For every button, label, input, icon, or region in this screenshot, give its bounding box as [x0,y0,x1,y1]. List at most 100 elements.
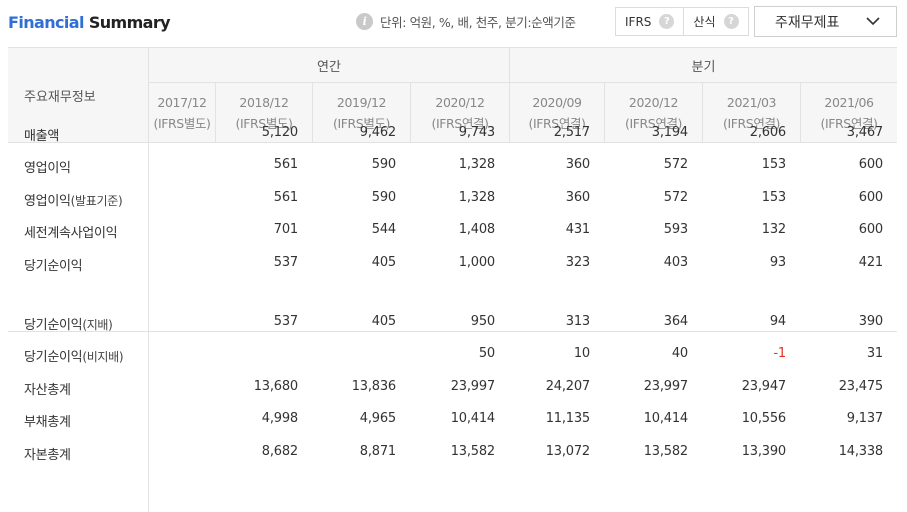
table-cell: 50 [478,346,495,361]
table-cell: 13,836 [351,379,396,394]
table-cell: 390 [858,314,883,329]
dropdown-value: 주재무제표 [775,14,840,31]
table-cell: 537 [273,314,298,329]
row-label-main: 당기순이익 [24,350,83,365]
table-cell: 2,517 [553,125,590,140]
row-label-main: 영업이익 [24,161,71,176]
table-cell: 13,582 [643,444,688,459]
table-cell: 10,414 [643,411,688,426]
table-cell: 600 [858,222,883,237]
row-label: 자산총계 [24,379,71,398]
table-cell: 23,475 [838,379,883,394]
table-cell: 405 [371,255,396,270]
table-cell: 360 [565,190,590,205]
table-cell: 31 [866,346,883,361]
table-cell: 94 [769,314,786,329]
table-cell: 9,137 [846,411,883,426]
row-label: 부채총계 [24,411,71,430]
table-cell: 1,408 [458,222,495,237]
table-cell: 1,328 [458,157,495,172]
formula-button[interactable]: 산식 ? [683,8,747,35]
table-cell: 572 [663,190,688,205]
table-cell: 5,120 [261,125,298,140]
table-cell: 24,207 [545,379,590,394]
row-label: 자본총계 [24,444,71,463]
table-cell: 421 [858,255,883,270]
table-cell: 14,338 [838,444,883,459]
table-cell: 13,582 [450,444,495,459]
table-cell: 572 [663,157,688,172]
table-cell: 10,556 [741,411,786,426]
table-cell: 13,072 [545,444,590,459]
page-title: Financial Summary [8,13,171,32]
table-cell: 4,998 [261,411,298,426]
table-cell: 13,680 [253,379,298,394]
ifrs-label: IFRS [625,14,652,29]
table-cell: 313 [565,314,590,329]
row-label-main: 영업이익 [24,194,71,209]
table-cell: 132 [761,222,786,237]
row-label-main: 자산총계 [24,383,71,398]
row-label: 당기순이익 [24,255,83,274]
row-label: 영업이익 [24,157,71,176]
table-cell: 23,947 [741,379,786,394]
row-label-main: 세전계속사업이익 [24,226,118,241]
table-cell: 1,000 [458,255,495,270]
table-cell: 3,467 [846,125,883,140]
table-cell: 360 [565,157,590,172]
table-cell: 13,390 [741,444,786,459]
table-cell: 405 [371,314,396,329]
table-cell: 593 [663,222,688,237]
table-cell: 950 [470,314,495,329]
table-cell: 2,606 [749,125,786,140]
group-quarterly: 분기 [691,59,716,75]
table-cell: 561 [273,157,298,172]
title-part2: Summary [83,13,171,32]
help-icon[interactable]: ? [723,14,739,29]
title-part1: Financial [8,13,84,32]
table-cell: 1,328 [458,190,495,205]
table-cell: 11,135 [545,411,590,426]
unit-text: 단위: 억원, %, 배, 천주, 분기:순액기준 [380,15,576,30]
table-cell: 40 [671,346,688,361]
table-cell: 323 [565,255,590,270]
table-cell: 93 [769,255,786,270]
chevron-down-icon [866,17,880,26]
unit-info: i 단위: 억원, %, 배, 천주, 분기:순액기준 [356,12,576,31]
info-icon[interactable]: i [356,13,373,30]
table-cell: 23,997 [643,379,688,394]
table-cell: 600 [858,157,883,172]
basis-toggle: IFRS ? 산식 ? [615,7,749,36]
column-period: 2018/12 [239,95,289,110]
column-period: 2019/12 [336,95,387,110]
column-period: 2017/12 [157,95,207,110]
row-label-main: 당기순이익 [24,259,83,274]
table-cell: 9,743 [458,125,495,140]
table-cell: 561 [273,190,298,205]
table-cell: 153 [761,190,786,205]
section-divider [8,331,897,332]
ifrs-button[interactable]: IFRS ? [616,8,683,35]
column-header: 2017/12 (IFRS별도) [149,83,215,143]
row-label-main: 당기순이익 [24,318,83,333]
table-cell: -1 [773,346,786,361]
help-icon[interactable]: ? [659,14,675,29]
table-cell: 10 [573,346,590,361]
financial-summary-table: 주요재무정보 연간 분기 2017/12 (IFRS별도) 2018/12 (IFRS… [8,47,897,512]
table-cell: 600 [858,190,883,205]
row-label-sub: (지배) [82,318,113,332]
table-cell: 701 [273,222,298,237]
column-basis: (IFRS별도) [153,116,211,131]
row-label: 세전계속사업이익 [24,222,118,241]
row-label: 당기순이익(지배) [24,314,113,333]
row-label-main: 매출액 [24,129,59,144]
formula-label: 산식 [693,15,716,29]
table-cell: 4,965 [359,411,396,426]
table-cell: 537 [273,255,298,270]
row-label: 영업이익(발표기준) [24,190,123,209]
row-label: 매출액 [24,125,59,144]
statement-type-dropdown[interactable]: 주재무제표 [754,6,897,37]
table-cell: 403 [663,255,688,270]
table-cell: 590 [371,190,396,205]
table-cell: 9,462 [359,125,396,140]
